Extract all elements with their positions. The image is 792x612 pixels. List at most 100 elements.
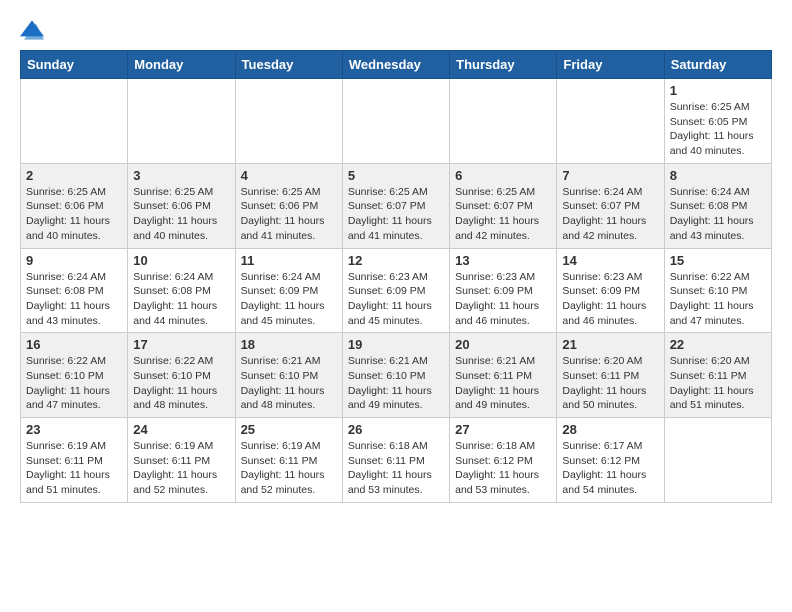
day-info: Sunrise: 6:17 AM Sunset: 6:12 PM Dayligh… — [562, 439, 658, 498]
calendar-cell: 12Sunrise: 6:23 AM Sunset: 6:09 PM Dayli… — [342, 248, 449, 333]
header-section — [20, 20, 772, 40]
day-number: 25 — [241, 422, 337, 437]
calendar-header-friday: Friday — [557, 51, 664, 79]
day-number: 5 — [348, 168, 444, 183]
calendar-cell — [128, 79, 235, 164]
day-info: Sunrise: 6:22 AM Sunset: 6:10 PM Dayligh… — [670, 270, 766, 329]
calendar-cell: 20 Sunrise: 6:21 AM Sunset: 6:11 PM Dayli… — [450, 333, 557, 418]
calendar-cell: 18 Sunrise: 6:21 AM Sunset: 6:10 PM Dayli… — [235, 333, 342, 418]
calendar-header-saturday: Saturday — [664, 51, 771, 79]
calendar-cell: 19 Sunrise: 6:21 AM Sunset: 6:10 PM Dayli… — [342, 333, 449, 418]
day-info: Sunrise: 6:21 AM Sunset: 6:10 PM Dayligh… — [241, 354, 337, 413]
day-number: 20 — [455, 337, 551, 352]
calendar-cell — [21, 79, 128, 164]
calendar-cell — [557, 79, 664, 164]
day-number: 3 — [133, 168, 229, 183]
day-number: 19 — [348, 337, 444, 352]
calendar-cell: 16Sunrise: 6:22 AM Sunset: 6:10 PM Dayli… — [21, 333, 128, 418]
calendar-cell: 23 Sunrise: 6:19 AM Sunset: 6:11 PM Dayli… — [21, 418, 128, 503]
calendar-week-row: 23 Sunrise: 6:19 AM Sunset: 6:11 PM Dayli… — [21, 418, 772, 503]
day-number: 9 — [26, 253, 122, 268]
day-number: 21 — [562, 337, 658, 352]
logo — [20, 20, 48, 40]
calendar-week-row: 9 Sunrise: 6:24 AM Sunset: 6:08 PM Daylig… — [21, 248, 772, 333]
calendar-cell: 1 Sunrise: 6:25 AM Sunset: 6:05 PM Daylig… — [664, 79, 771, 164]
calendar-cell: 22 Sunrise: 6:20 AM Sunset: 6:11 PM Dayli… — [664, 333, 771, 418]
day-info: Sunrise: 6:24 AM Sunset: 6:07 PM Dayligh… — [562, 185, 658, 244]
day-number: 16 — [26, 337, 122, 352]
day-number: 13 — [455, 253, 551, 268]
calendar-cell: 13 Sunrise: 6:23 AM Sunset: 6:09 PM Dayli… — [450, 248, 557, 333]
calendar-cell: 26 Sunrise: 6:18 AM Sunset: 6:11 PM Dayli… — [342, 418, 449, 503]
day-number: 17 — [133, 337, 229, 352]
calendar-cell: 7 Sunrise: 6:24 AM Sunset: 6:07 PM Daylig… — [557, 163, 664, 248]
day-info: Sunrise: 6:24 AM Sunset: 6:08 PM Dayligh… — [670, 185, 766, 244]
calendar-cell: 14 Sunrise: 6:23 AM Sunset: 6:09 PM Dayli… — [557, 248, 664, 333]
day-number: 2 — [26, 168, 122, 183]
day-number: 24 — [133, 422, 229, 437]
day-number: 15 — [670, 253, 766, 268]
calendar-cell: 11 Sunrise: 6:24 AM Sunset: 6:09 PM Dayli… — [235, 248, 342, 333]
day-info: Sunrise: 6:25 AM Sunset: 6:06 PM Dayligh… — [241, 185, 337, 244]
calendar-header-thursday: Thursday — [450, 51, 557, 79]
day-number: 23 — [26, 422, 122, 437]
day-info: Sunrise: 6:19 AM Sunset: 6:11 PM Dayligh… — [26, 439, 122, 498]
calendar-cell — [342, 79, 449, 164]
day-info: Sunrise: 6:23 AM Sunset: 6:09 PM Dayligh… — [455, 270, 551, 329]
calendar-cell: 21 Sunrise: 6:20 AM Sunset: 6:11 PM Dayli… — [557, 333, 664, 418]
calendar-cell — [664, 418, 771, 503]
calendar-cell: 28 Sunrise: 6:17 AM Sunset: 6:12 PM Dayli… — [557, 418, 664, 503]
calendar-cell: 6Sunrise: 6:25 AM Sunset: 6:07 PM Daylig… — [450, 163, 557, 248]
calendar-header-tuesday: Tuesday — [235, 51, 342, 79]
day-info: Sunrise: 6:25 AM Sunset: 6:05 PM Dayligh… — [670, 100, 766, 159]
calendar-cell: 27 Sunrise: 6:18 AM Sunset: 6:12 PM Dayli… — [450, 418, 557, 503]
day-info: Sunrise: 6:22 AM Sunset: 6:10 PM Dayligh… — [133, 354, 229, 413]
day-number: 18 — [241, 337, 337, 352]
calendar-header-monday: Monday — [128, 51, 235, 79]
day-info: Sunrise: 6:21 AM Sunset: 6:10 PM Dayligh… — [348, 354, 444, 413]
calendar-cell: 9 Sunrise: 6:24 AM Sunset: 6:08 PM Daylig… — [21, 248, 128, 333]
day-info: Sunrise: 6:18 AM Sunset: 6:11 PM Dayligh… — [348, 439, 444, 498]
day-number: 8 — [670, 168, 766, 183]
day-number: 14 — [562, 253, 658, 268]
day-info: Sunrise: 6:24 AM Sunset: 6:08 PM Dayligh… — [133, 270, 229, 329]
day-info: Sunrise: 6:25 AM Sunset: 6:06 PM Dayligh… — [133, 185, 229, 244]
day-info: Sunrise: 6:23 AM Sunset: 6:09 PM Dayligh… — [562, 270, 658, 329]
day-number: 26 — [348, 422, 444, 437]
calendar-cell: 15 Sunrise: 6:22 AM Sunset: 6:10 PM Dayli… — [664, 248, 771, 333]
day-number: 27 — [455, 422, 551, 437]
calendar-cell: 17 Sunrise: 6:22 AM Sunset: 6:10 PM Dayli… — [128, 333, 235, 418]
day-info: Sunrise: 6:23 AM Sunset: 6:09 PM Dayligh… — [348, 270, 444, 329]
day-info: Sunrise: 6:19 AM Sunset: 6:11 PM Dayligh… — [133, 439, 229, 498]
calendar-cell: 4 Sunrise: 6:25 AM Sunset: 6:06 PM Daylig… — [235, 163, 342, 248]
day-info: Sunrise: 6:18 AM Sunset: 6:12 PM Dayligh… — [455, 439, 551, 498]
calendar-cell: 5Sunrise: 6:25 AM Sunset: 6:07 PM Daylig… — [342, 163, 449, 248]
calendar-cell: 24 Sunrise: 6:19 AM Sunset: 6:11 PM Dayli… — [128, 418, 235, 503]
day-info: Sunrise: 6:24 AM Sunset: 6:08 PM Dayligh… — [26, 270, 122, 329]
day-info: Sunrise: 6:20 AM Sunset: 6:11 PM Dayligh… — [670, 354, 766, 413]
day-info: Sunrise: 6:21 AM Sunset: 6:11 PM Dayligh… — [455, 354, 551, 413]
calendar-cell — [450, 79, 557, 164]
day-number: 28 — [562, 422, 658, 437]
calendar-cell: 10Sunrise: 6:24 AM Sunset: 6:08 PM Dayli… — [128, 248, 235, 333]
day-number: 4 — [241, 168, 337, 183]
calendar-cell: 3 Sunrise: 6:25 AM Sunset: 6:06 PM Daylig… — [128, 163, 235, 248]
calendar-header-sunday: Sunday — [21, 51, 128, 79]
calendar-header-row: SundayMondayTuesdayWednesdayThursdayFrid… — [21, 51, 772, 79]
calendar-cell: 8 Sunrise: 6:24 AM Sunset: 6:08 PM Daylig… — [664, 163, 771, 248]
calendar-table: SundayMondayTuesdayWednesdayThursdayFrid… — [20, 50, 772, 503]
day-info: Sunrise: 6:19 AM Sunset: 6:11 PM Dayligh… — [241, 439, 337, 498]
logo-icon — [20, 20, 44, 40]
day-number: 22 — [670, 337, 766, 352]
calendar-week-row: 16 Sunrise: 6:22 AM Sunset: 6:10 PM Dayli… — [21, 333, 772, 418]
day-number: 11 — [241, 253, 337, 268]
calendar-week-row: 1 Sunrise: 6:25 AM Sunset: 6:05 PM Daylig… — [21, 79, 772, 164]
day-number: 6 — [455, 168, 551, 183]
calendar-week-row: 2 Sunrise: 6:25 AM Sunset: 6:06 PM Daylig… — [21, 163, 772, 248]
day-number: 7 — [562, 168, 658, 183]
day-info: Sunrise: 6:24 AM Sunset: 6:09 PM Dayligh… — [241, 270, 337, 329]
calendar-header-wednesday: Wednesday — [342, 51, 449, 79]
day-number: 1 — [670, 83, 766, 98]
calendar-cell — [235, 79, 342, 164]
day-info: Sunrise: 6:20 AM Sunset: 6:11 PM Dayligh… — [562, 354, 658, 413]
